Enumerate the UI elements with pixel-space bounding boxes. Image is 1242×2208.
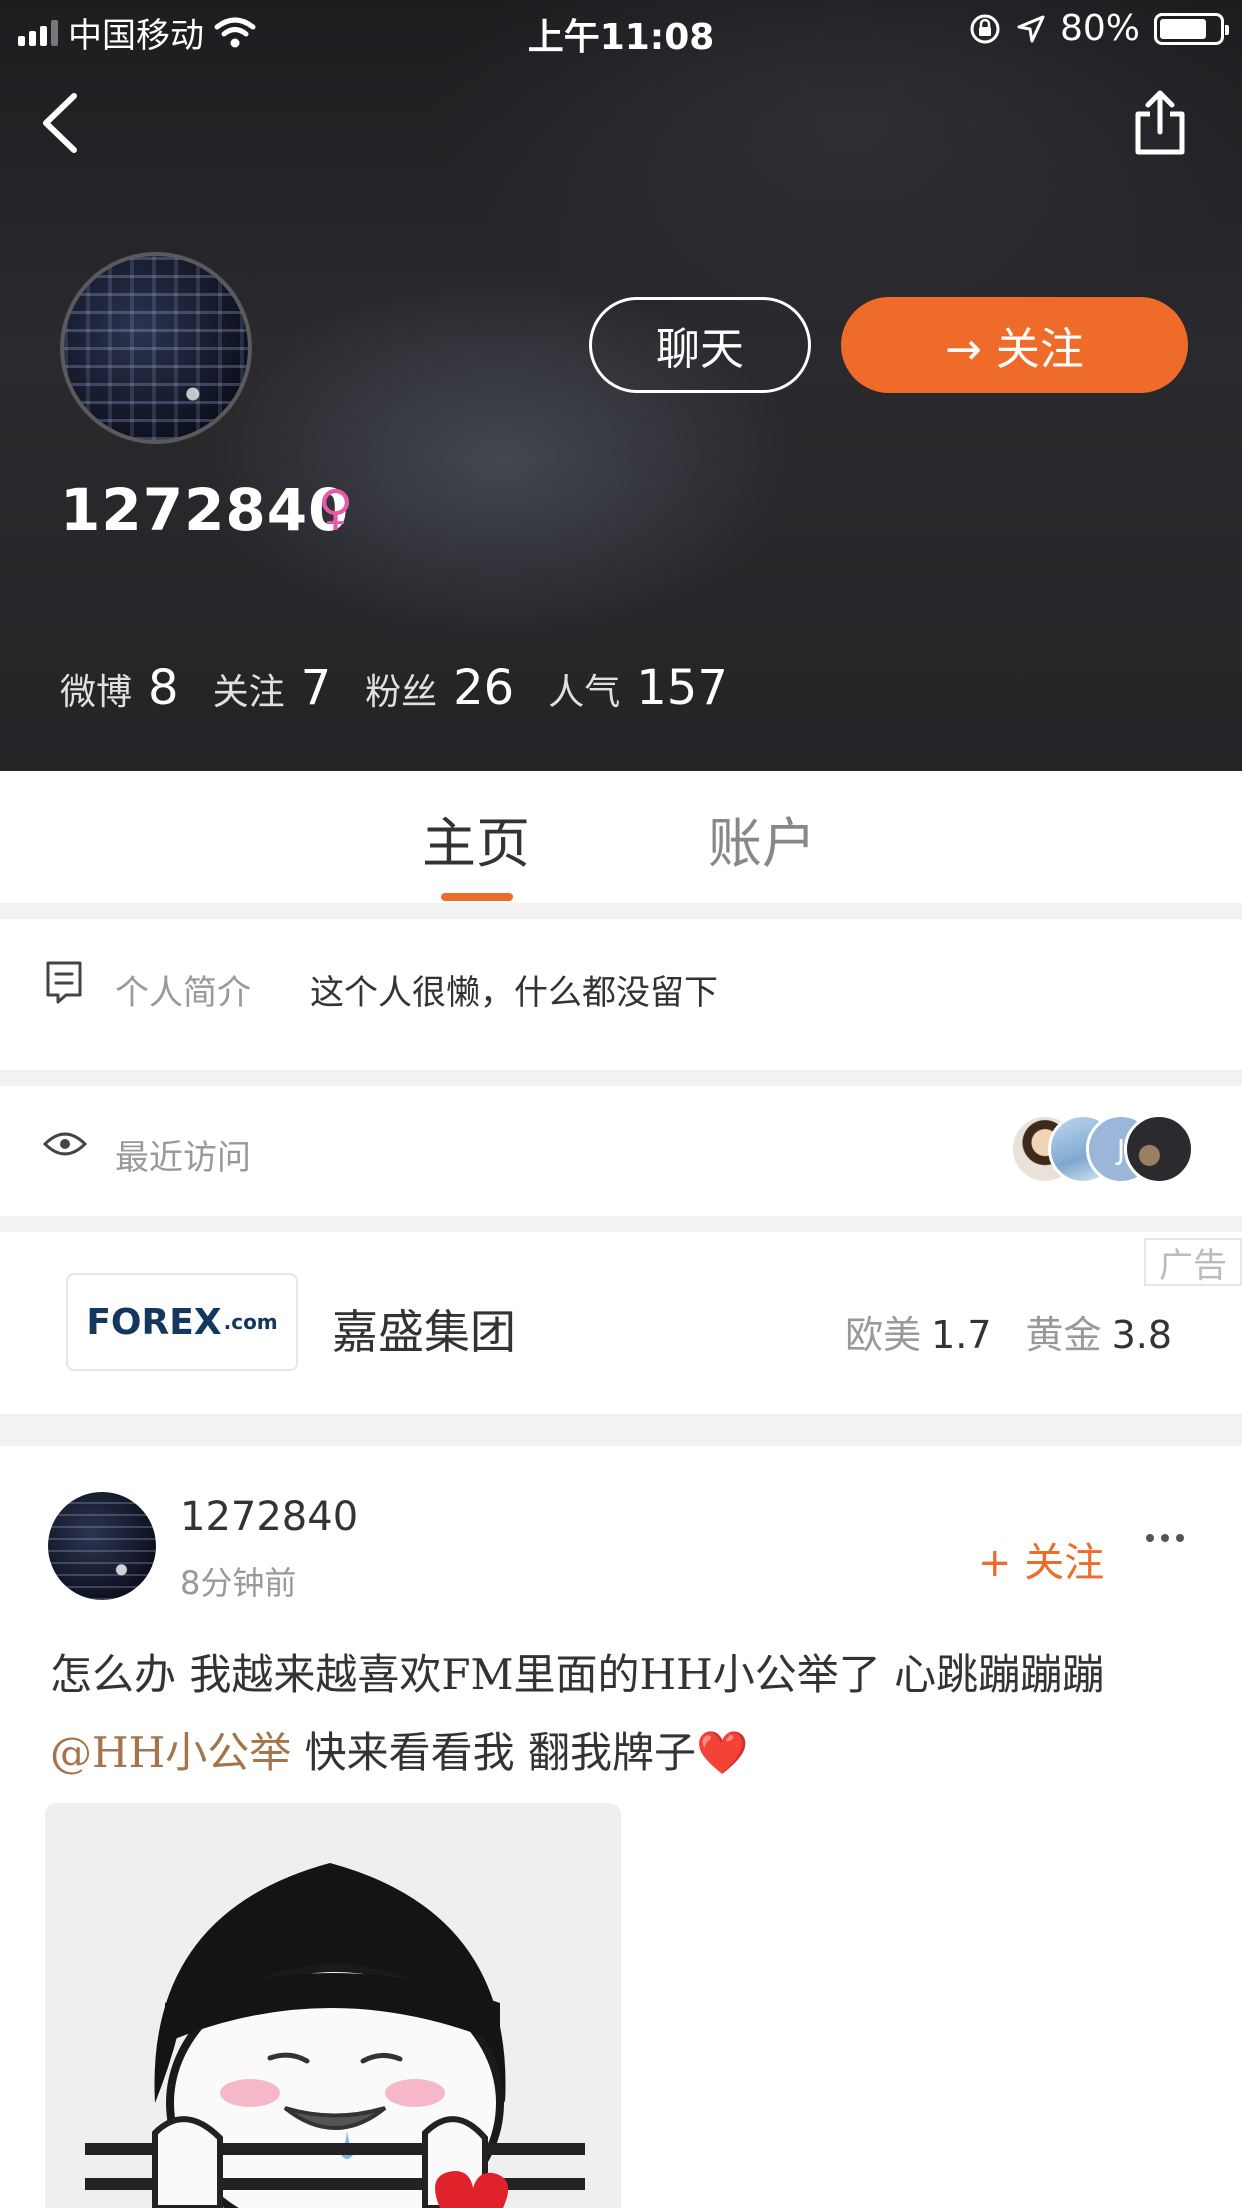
active-tab-indicator [441, 893, 513, 901]
rotation-lock-icon [970, 14, 1000, 43]
location-icon [1017, 15, 1045, 42]
divider [0, 1070, 1242, 1086]
divider [0, 903, 1242, 919]
post-time: 8分钟前 [180, 1564, 297, 1602]
mention-link[interactable]: @HH小公举 [50, 1728, 291, 1777]
ad-logo-text: FOREX [86, 1301, 222, 1343]
more-options-icon[interactable] [1146, 1534, 1184, 1542]
post-text: 怎么办 我越来越喜欢FM里面的HH小公举了 心跳蹦蹦蹦 @HH小公举 快来看看我… [50, 1636, 1210, 1792]
status-bar: 中国移动 上午11:08 80% [0, 0, 1242, 60]
chat-button[interactable]: 聊天 [589, 297, 811, 393]
rate-value: 1.7 [931, 1313, 992, 1357]
ad-tag: 广告 [1144, 1238, 1242, 1286]
stat-value: 8 [148, 660, 179, 716]
stat-label: 粉丝 [365, 672, 438, 713]
battery-icon [1154, 12, 1229, 45]
profile-tabs: 主页 账户 [0, 771, 1242, 903]
forex-logo: FOREX .com [66, 1273, 298, 1371]
stat-weibo[interactable]: 微博 8 [60, 660, 179, 716]
stat-label: 关注 [212, 672, 285, 713]
visitor-avatars[interactable]: J [1010, 1114, 1194, 1184]
chevron-left-icon [43, 93, 77, 153]
bio-row[interactable]: 个人简介 这个人很懒，什么都没留下 [0, 919, 1242, 1070]
share-icon [1135, 90, 1185, 155]
divider [0, 1414, 1242, 1446]
visitor-avatar [1124, 1114, 1194, 1184]
battery-percent: 80% [1059, 8, 1140, 49]
ad-rates: 欧美 1.7 黄金 3.8 [845, 1304, 1172, 1359]
rate-value: 3.8 [1111, 1313, 1172, 1357]
stat-popularity: 人气 157 [548, 660, 728, 716]
stat-label: 微博 [60, 672, 133, 713]
post-image[interactable] [45, 1803, 621, 2208]
status-right: 80% [968, 8, 1229, 49]
divider [0, 1216, 1242, 1232]
post-author-name[interactable]: 1272840 [180, 1494, 358, 1540]
share-button[interactable] [1130, 88, 1190, 158]
recent-label: 最近访问 [115, 1138, 251, 1178]
profile-header: 中国移动 上午11:08 80% 聊天 → 关注 1272840 ♀ 微博 8 … [0, 0, 1242, 771]
eye-icon [42, 1132, 88, 1156]
tab-home[interactable]: 主页 [422, 799, 530, 878]
profile-stats: 微博 8 关注 7 粉丝 26 人气 157 [60, 660, 762, 716]
post-author-avatar[interactable] [48, 1492, 156, 1600]
stat-value: 7 [300, 660, 332, 716]
ad-logo-suffix: .com [223, 1310, 278, 1334]
stat-following[interactable]: 关注 7 [213, 660, 332, 716]
post-text-line: @HH小公举 快来看看我 翻我牌子❤️ [50, 1714, 1210, 1792]
post-text-line: 怎么办 我越来越喜欢FM里面的HH小公举了 心跳蹦蹦蹦 [50, 1650, 1105, 1699]
rate-label: 欧美 [845, 1313, 922, 1357]
recent-visitors-row[interactable]: 最近访问 J [0, 1086, 1242, 1216]
tab-account[interactable]: 账户 [708, 799, 816, 878]
bio-text: 这个人很懒，什么都没留下 [310, 973, 718, 1013]
ad-banner[interactable]: FOREX .com 嘉盛集团 欧美 1.7 黄金 3.8 广告 [0, 1232, 1242, 1414]
follow-button[interactable]: → 关注 [841, 297, 1188, 393]
profile-username: 1272840 [60, 476, 350, 544]
post-follow-button[interactable]: + 关注 [978, 1530, 1104, 1588]
back-button[interactable] [36, 88, 86, 158]
bio-icon [46, 961, 82, 1004]
stat-followers[interactable]: 粉丝 26 [365, 660, 514, 716]
post-text-rest: 快来看看我 翻我牌子 [291, 1728, 696, 1777]
rate-label: 黄金 [1025, 1313, 1102, 1357]
bio-label: 个人简介 [115, 973, 251, 1013]
ad-company-name: 嘉盛集团 [332, 1305, 516, 1359]
heart-emoji: ❤️ [695, 1728, 749, 1777]
profile-avatar[interactable] [60, 252, 252, 444]
stat-label: 人气 [548, 672, 621, 713]
meme-face-image [45, 1803, 621, 2208]
stat-value: 157 [636, 660, 728, 716]
female-icon: ♀ [318, 480, 354, 536]
stat-value: 26 [453, 660, 515, 716]
